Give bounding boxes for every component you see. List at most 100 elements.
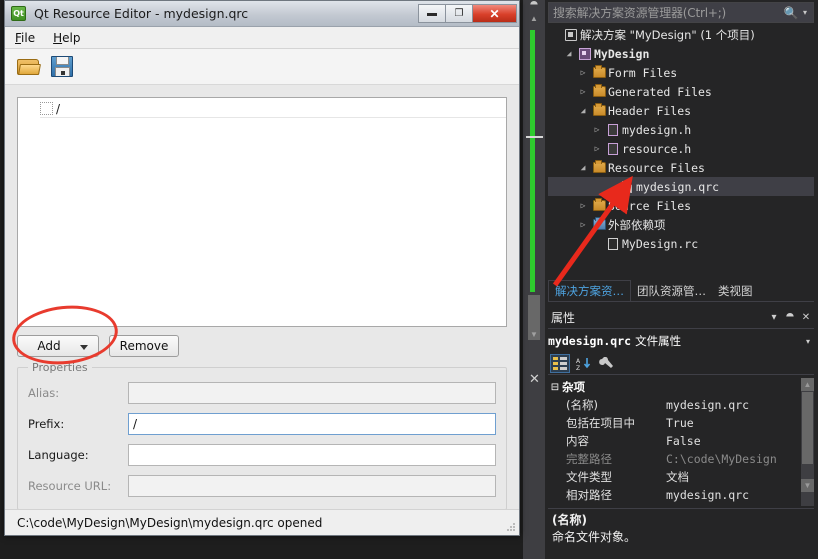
minimize-button[interactable]: ▬ <box>418 4 445 23</box>
property-key: 内容 <box>566 434 589 448</box>
editor-scroll-down-icon[interactable]: ▼ <box>525 330 543 344</box>
close-button[interactable]: ✕ <box>472 4 517 23</box>
property-value[interactable]: mydesign.qrc <box>666 488 814 502</box>
tree-node-source-files[interactable]: ▷ Source Files <box>548 196 814 215</box>
chevron-down-icon[interactable]: ◢ <box>562 49 576 58</box>
properties-toolbar[interactable]: A Z <box>548 353 814 375</box>
categorized-view-icon[interactable] <box>550 354 570 373</box>
chevron-right-icon[interactable]: ▷ <box>590 125 604 134</box>
qt-toolbar[interactable] <box>5 49 519 85</box>
qt-button-row[interactable]: Add Remove <box>17 335 507 357</box>
scroll-up-icon[interactable]: ▲ <box>801 378 814 391</box>
add-dropdown-caret-icon[interactable] <box>80 345 88 350</box>
tool-tab-inactive[interactable]: 团队资源管… <box>631 280 712 301</box>
tree-node-mydesign-1[interactable]: 解决方案 "MyDesign" (1 个项目) <box>548 25 814 44</box>
properties-category[interactable]: ⊟ 杂项 <box>548 378 814 396</box>
chevron-right-icon[interactable]: ▷ <box>576 220 590 229</box>
properties-scrollbar[interactable]: ▲ ▼ <box>801 378 814 506</box>
properties-pin-icon[interactable]: ⯊ <box>782 312 798 323</box>
tool-tab-active[interactable]: 解决方案资… <box>548 280 631 301</box>
tree-node-resource-files[interactable]: ◢ Resource Files <box>548 158 814 177</box>
open-file-icon[interactable] <box>17 57 41 77</box>
header-file-icon <box>604 123 622 136</box>
solution-tree[interactable]: 解决方案 "MyDesign" (1 个项目) ◢ MyDesign ▷ Form Fi… <box>548 25 814 275</box>
properties-subject-chevron-down-icon[interactable]: ▾ <box>806 337 810 346</box>
tree-node-mydesign[interactable]: ◢ MyDesign <box>548 44 814 63</box>
search-icon[interactable]: 🔍 <box>779 6 803 20</box>
tree-node-label: 解决方案 "MyDesign" (1 个项目) <box>580 27 755 42</box>
property-value[interactable]: mydesign.qrc <box>666 398 814 412</box>
resource-tree-item-prefix[interactable]: / <box>40 100 506 118</box>
menu-item-file[interactable]: File <box>15 31 35 45</box>
resource-tree-item-label: / <box>56 101 61 116</box>
prefix-input[interactable] <box>128 413 496 435</box>
editor-close-icon[interactable]: ✕ <box>526 370 543 387</box>
search-input[interactable]: 搜索解决方案资源管理器(Ctrl+;) <box>549 4 779 21</box>
chevron-down-icon[interactable]: ▾ <box>803 8 813 17</box>
field-alias: Alias: <box>28 382 496 404</box>
chevron-right-icon[interactable]: ▷ <box>590 144 604 153</box>
properties-window-header: 属性 ▾ ⯊ ✕ <box>548 307 814 329</box>
tree-node-header-files[interactable]: ◢ Header Files <box>548 101 814 120</box>
tree-node-mydesign.qrc[interactable]: mydesign.qrc <box>548 177 814 196</box>
property-value[interactable]: False <box>666 434 814 448</box>
tree-node-mydesign.h[interactable]: ▷ mydesign.h <box>548 120 814 139</box>
scroll-thumb[interactable] <box>802 392 813 464</box>
field-language: Language: <box>28 444 496 466</box>
qt-menu-bar[interactable]: File Help <box>5 27 519 49</box>
qt-window-buttons[interactable]: ▬ ❐ ✕ <box>418 4 517 23</box>
property-value[interactable]: True <box>666 416 814 430</box>
property-value[interactable]: 文档 <box>666 469 814 485</box>
tree-node-mydesign.rc[interactable]: MyDesign.rc <box>548 234 814 253</box>
editor-pin-icon[interactable]: ⯊ <box>527 0 541 12</box>
tool-window-tabs[interactable]: 解决方案资… 团队资源管… 类视图 <box>548 280 814 302</box>
property-row[interactable]: (名称) mydesign.qrc <box>548 396 814 414</box>
tree-node-generated-files[interactable]: ▷ Generated Files <box>548 82 814 101</box>
properties-grid[interactable]: ⊟ 杂项 (名称) mydesign.qrc 包括在项目中 True 内容 False 完整… <box>548 378 814 506</box>
remove-button[interactable]: Remove <box>109 335 179 357</box>
properties-rows[interactable]: (名称) mydesign.qrc 包括在项目中 True 内容 False 完整路径 C:\… <box>548 396 814 504</box>
category-expander-icon[interactable]: ⊟ <box>548 382 562 393</box>
qt-title-bar[interactable]: Qt Qt Resource Editor - mydesign.qrc ▬ ❐… <box>5 1 519 27</box>
field-label-language: Language: <box>28 448 89 462</box>
chevron-down-icon[interactable]: ◢ <box>576 106 590 115</box>
resize-grip-icon[interactable] <box>506 522 516 532</box>
alphabetical-sort-icon[interactable]: A Z <box>573 354 593 373</box>
scroll-down-icon[interactable]: ▼ <box>801 479 814 492</box>
editor-scroll-up-icon[interactable]: ▲ <box>525 14 543 28</box>
tool-tab-inactive[interactable]: 类视图 <box>712 280 759 301</box>
add-button-label: Add <box>37 339 61 353</box>
properties-subject[interactable]: mydesign.qrc 文件属性 ▾ <box>548 331 814 351</box>
tree-node-resource.h[interactable]: ▷ resource.h <box>548 139 814 158</box>
folder-open-icon <box>590 160 608 173</box>
solution-explorer-search-box[interactable]: 搜索解决方案资源管理器(Ctrl+;) 🔍 ▾ <box>548 2 814 23</box>
chevron-right-icon[interactable]: ▷ <box>576 68 590 77</box>
property-row[interactable]: 完整路径 C:\code\MyDesign <box>548 450 814 468</box>
tree-node-form-files[interactable]: ▷ Form Files <box>548 63 814 82</box>
property-value[interactable]: C:\code\MyDesign <box>666 452 814 466</box>
properties-dropdown-icon[interactable]: ▾ <box>766 312 782 323</box>
maximize-button[interactable]: ❐ <box>445 4 472 23</box>
property-row[interactable]: 文件类型 文档 <box>548 468 814 486</box>
properties-fields[interactable]: Alias: Prefix: Language: Resource URL: <box>28 382 496 497</box>
editor-change-bar <box>530 30 535 292</box>
selection-focus-box <box>40 102 53 115</box>
editor-scrollbar-strip[interactable]: ⯊ ▲ ▼ ✕ <box>523 0 545 559</box>
field-prefix: Prefix: <box>28 413 496 435</box>
property-row[interactable]: 内容 False <box>548 432 814 450</box>
chevron-right-icon[interactable]: ▷ <box>576 201 590 210</box>
properties-group-legend: Properties <box>28 361 92 374</box>
menu-item-help[interactable]: Help <box>53 31 80 45</box>
tree-node-[interactable]: ▷ 外部依赖项 <box>548 215 814 234</box>
property-row[interactable]: 相对路径 mydesign.qrc <box>548 486 814 504</box>
language-input[interactable] <box>128 444 496 466</box>
resource-tree-view[interactable]: / <box>17 97 507 327</box>
chevron-down-icon[interactable]: ◢ <box>576 163 590 172</box>
properties-subject-name: mydesign.qrc <box>548 334 632 348</box>
chevron-right-icon[interactable]: ▷ <box>576 87 590 96</box>
property-row[interactable]: 包括在项目中 True <box>548 414 814 432</box>
property-pages-wrench-icon[interactable] <box>596 354 616 373</box>
add-button[interactable]: Add <box>17 335 99 357</box>
save-file-icon[interactable] <box>51 56 73 77</box>
properties-close-icon[interactable]: ✕ <box>798 312 814 323</box>
